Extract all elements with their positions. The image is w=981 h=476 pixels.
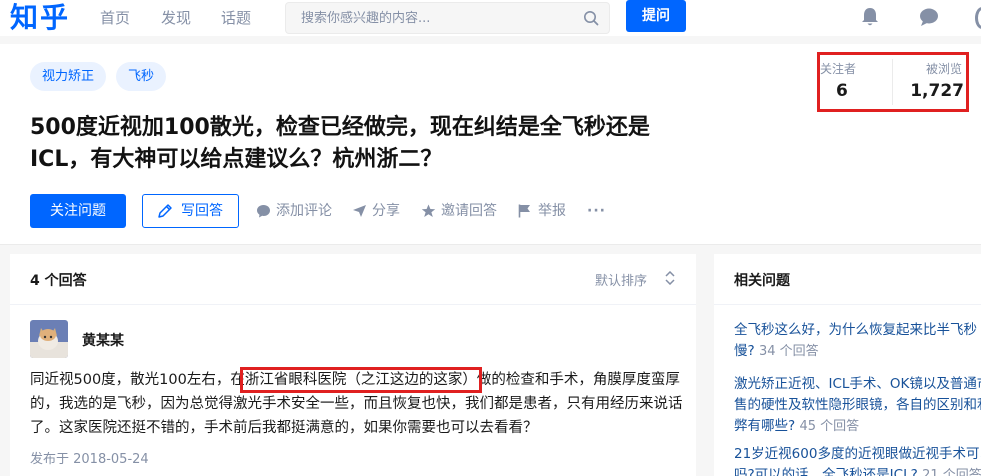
cat-avatar-image [30,320,68,358]
related-answer-count: 34 个回答 [758,344,819,359]
search-box [285,2,610,34]
nav-home[interactable]: 首页 [100,0,130,36]
search-icon[interactable] [583,10,599,26]
answer-content: 同近视500度，散光100左右，在浙江省眼科医院（之江这边的这家）做的检查和手术… [30,367,690,440]
views-count: 1,727 [910,81,964,101]
question-stats: 关注者 6 被浏览 1,727 [817,52,969,112]
related-answer-count: 21 个回答 [922,468,981,476]
card-divider [714,304,981,305]
write-answer-label: 写回答 [181,203,223,219]
top-navbar: 知乎 首页 发现 话题 提问 [0,0,981,36]
question-header: 视力矫正 飞秒 500度近视加100散光，检查已经做完，现在纠结是全飞秒还是IC… [0,44,981,245]
flag-icon [518,204,530,218]
related-question-item[interactable]: 21岁近视600多度的近视眼做近视手术可以吗?可以的话，全飞秒还是ICL? 21… [734,444,981,476]
follow-question-button[interactable]: 关注问题 [30,194,126,228]
related-answer-count: 45 个回答 [799,419,860,434]
zhihu-logo[interactable]: 知乎 [10,0,70,36]
share-button[interactable]: 分享 [352,194,400,228]
views-label: 被浏览 [925,62,962,76]
answers-card: 4 个回答 默认排序 黄某某 同近视500度，散光100左右，在浙江省眼科医院（… [10,254,696,476]
star-icon [421,204,436,217]
related-question-item[interactable]: 全飞秒这么好，为什么恢复起来比半飞秒慢? 34 个回答 [734,320,981,362]
write-answer-button[interactable]: 写回答 [142,194,239,228]
invite-answer-button[interactable]: 邀请回答 [421,194,497,228]
topic-tag[interactable]: 飞秒 [116,62,167,91]
followers-count: 6 [836,81,848,101]
comment-icon [257,205,270,218]
views-stat: 被浏览 1,727 [893,55,966,109]
bell-icon[interactable] [859,6,881,28]
report-button[interactable]: 举报 [518,194,566,228]
search-input[interactable] [286,3,576,33]
ask-question-button[interactable]: 提问 [626,0,686,32]
sort-toggle[interactable]: 默认排序 [595,270,675,289]
followers-label: 关注者 [820,62,857,76]
card-divider [10,304,696,305]
post-date[interactable]: 发布于 2018-05-24 [30,448,149,467]
highlighted-hospital-name: 浙江省眼科医院（之江这边的这家） [239,367,482,393]
related-questions-card: 相关问题 全飞秒这么好，为什么恢复起来比半飞秒慢? 34 个回答 激光矫正近视、… [714,254,981,476]
topic-tag[interactable]: 视力矫正 [30,62,107,91]
author-avatar[interactable] [30,320,68,358]
avatar-icon[interactable] [975,7,981,29]
question-title: 500度近视加100散光，检查已经做完，现在纠结是全飞秒还是ICL，有大神可以给… [30,115,650,172]
nav-topics[interactable]: 话题 [221,0,251,36]
answers-count: 4 个回答 [30,273,87,289]
related-questions-title: 相关问题 [734,273,790,289]
share-icon [353,205,366,217]
more-options-button[interactable]: ··· [587,194,606,228]
pencil-icon [158,204,172,218]
answer-text-before: 同近视500度，散光100左右，在 [30,372,245,388]
author-name[interactable]: 黄某某 [82,330,124,350]
followers-stat[interactable]: 关注者 6 [820,55,892,109]
message-icon[interactable] [918,6,940,28]
add-comment-button[interactable]: 添加评论 [256,194,332,228]
related-question-item[interactable]: 激光矫正近视、ICL手术、OK镜以及普通市售的硬性及软性隐形眼镜，各自的区别和利… [734,374,981,437]
sort-chevron-icon [665,271,675,285]
nav-explore[interactable]: 发现 [161,0,191,36]
sort-label: 默认排序 [595,274,648,289]
